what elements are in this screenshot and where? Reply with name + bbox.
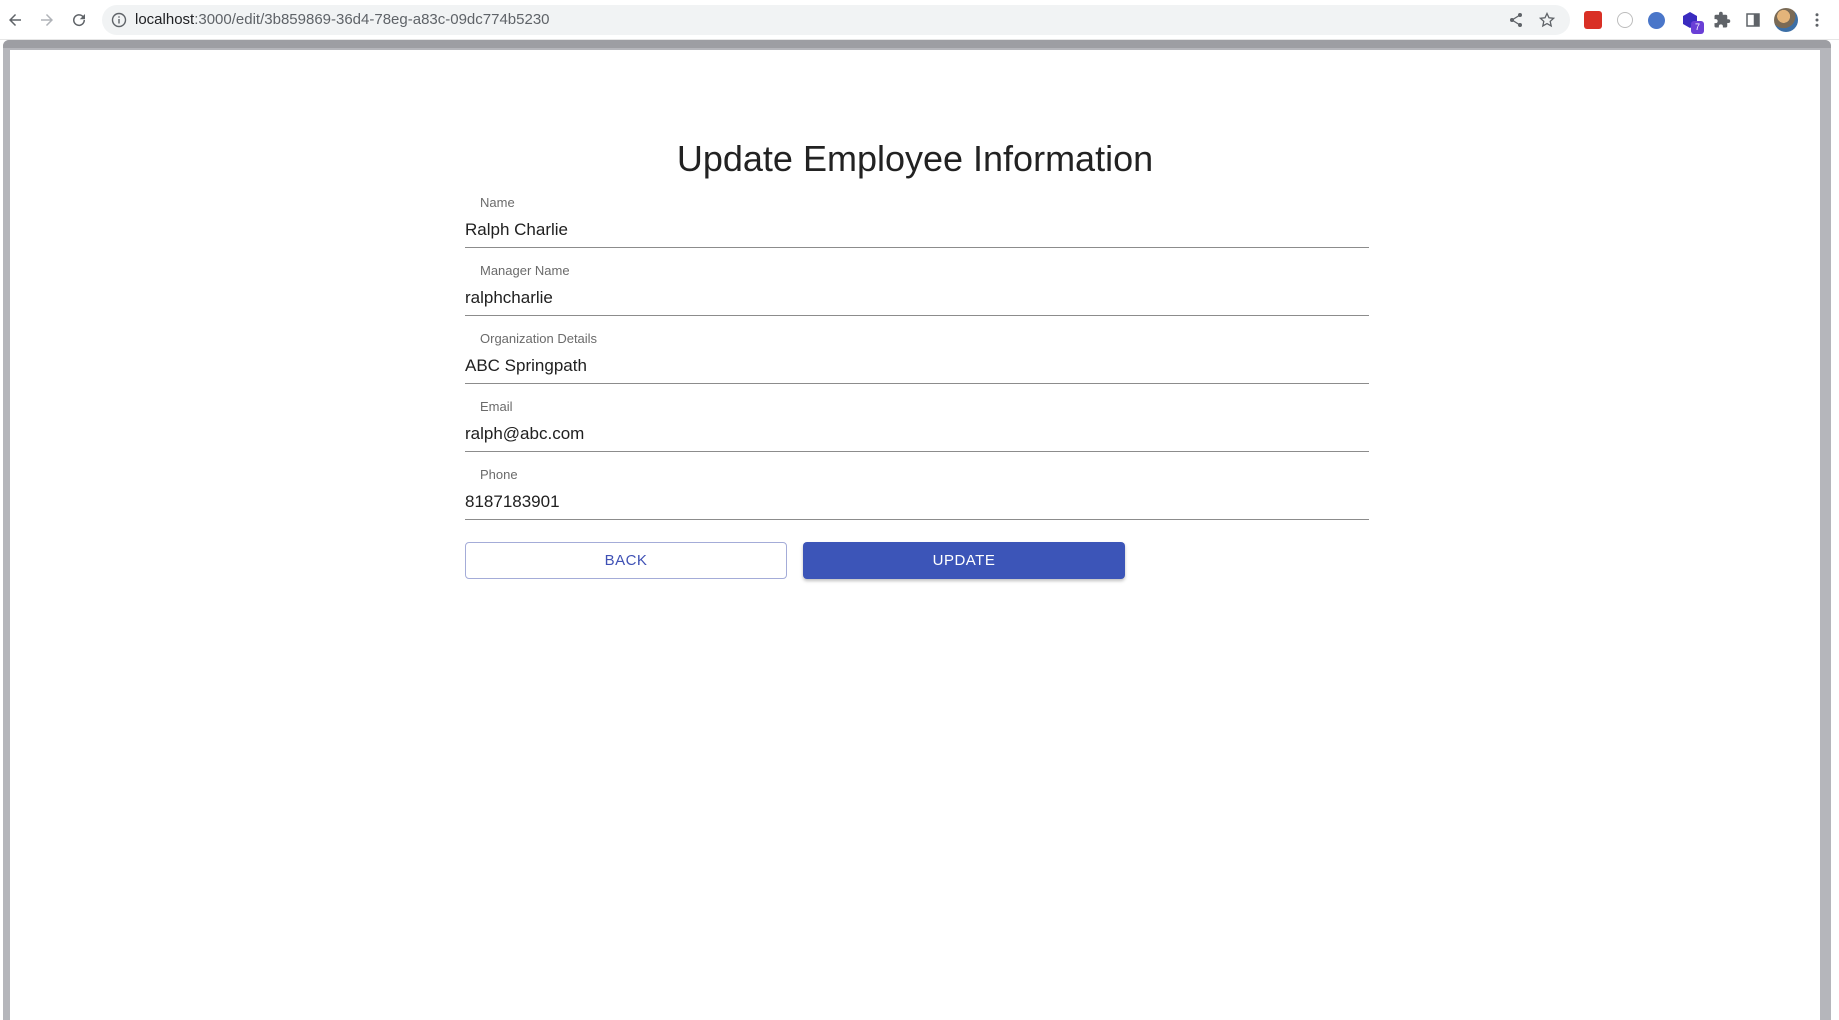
side-panel-icon[interactable] [1741, 8, 1765, 32]
blue-extension-icon[interactable] [1648, 12, 1665, 29]
phone-label: Phone [480, 467, 518, 482]
name-underline [465, 247, 1369, 248]
back-arrow-icon[interactable] [3, 8, 27, 32]
manager-name-underline [465, 315, 1369, 316]
organization-details-underline [465, 383, 1369, 384]
purple-extension-icon[interactable]: 7 [1680, 10, 1704, 34]
name-input[interactable] [465, 217, 1369, 243]
url-text[interactable]: localhost:3000/edit/3b859869-36d4-78eg-a… [135, 12, 550, 28]
bookmark-star-icon[interactable] [1539, 12, 1555, 28]
share-icon[interactable] [1508, 12, 1524, 28]
pdf-extension-icon[interactable] [1584, 11, 1602, 29]
reload-icon[interactable] [67, 8, 91, 32]
page-viewport: Update Employee Information Name Manager… [10, 50, 1820, 1020]
timer-extension-icon[interactable] [1617, 12, 1633, 28]
address-bar[interactable]: localhost:3000/edit/3b859869-36d4-78eg-a… [102, 5, 1570, 35]
organization-details-label: Organization Details [480, 331, 598, 346]
window-frame-top [3, 40, 1831, 48]
phone-underline [465, 519, 1369, 520]
profile-avatar[interactable] [1774, 8, 1798, 32]
phone-input[interactable] [465, 489, 1369, 515]
extensions-puzzle-icon[interactable] [1710, 8, 1734, 32]
url-path: :3000/edit/3b859869-36d4-78eg-a83c-09dc7… [194, 11, 550, 28]
manager-name-input[interactable] [465, 285, 1369, 311]
browser-toolbar: localhost:3000/edit/3b859869-36d4-78eg-a… [0, 0, 1839, 40]
update-button[interactable]: UPDATE [803, 542, 1125, 579]
organization-details-input[interactable] [465, 353, 1369, 379]
email-input[interactable] [465, 421, 1369, 447]
organization-details-field[interactable]: Organization Details [465, 331, 1369, 387]
email-underline [465, 451, 1369, 452]
name-field[interactable]: Name [465, 195, 1369, 251]
phone-field[interactable]: Phone [465, 467, 1369, 523]
kebab-menu-icon[interactable] [1805, 8, 1829, 32]
manager-name-label: Manager Name [480, 263, 570, 278]
manager-name-field[interactable]: Manager Name [465, 263, 1369, 319]
back-button[interactable]: BACK [465, 542, 787, 579]
site-info-icon[interactable] [111, 12, 127, 28]
url-host: localhost [135, 11, 195, 28]
name-label: Name [480, 195, 515, 210]
page-title: Update Employee Information [676, 138, 1154, 179]
extension-badge: 7 [1691, 21, 1704, 34]
forward-arrow-icon[interactable] [35, 8, 59, 32]
email-field[interactable]: Email [465, 399, 1369, 455]
email-label: Email [480, 399, 513, 414]
